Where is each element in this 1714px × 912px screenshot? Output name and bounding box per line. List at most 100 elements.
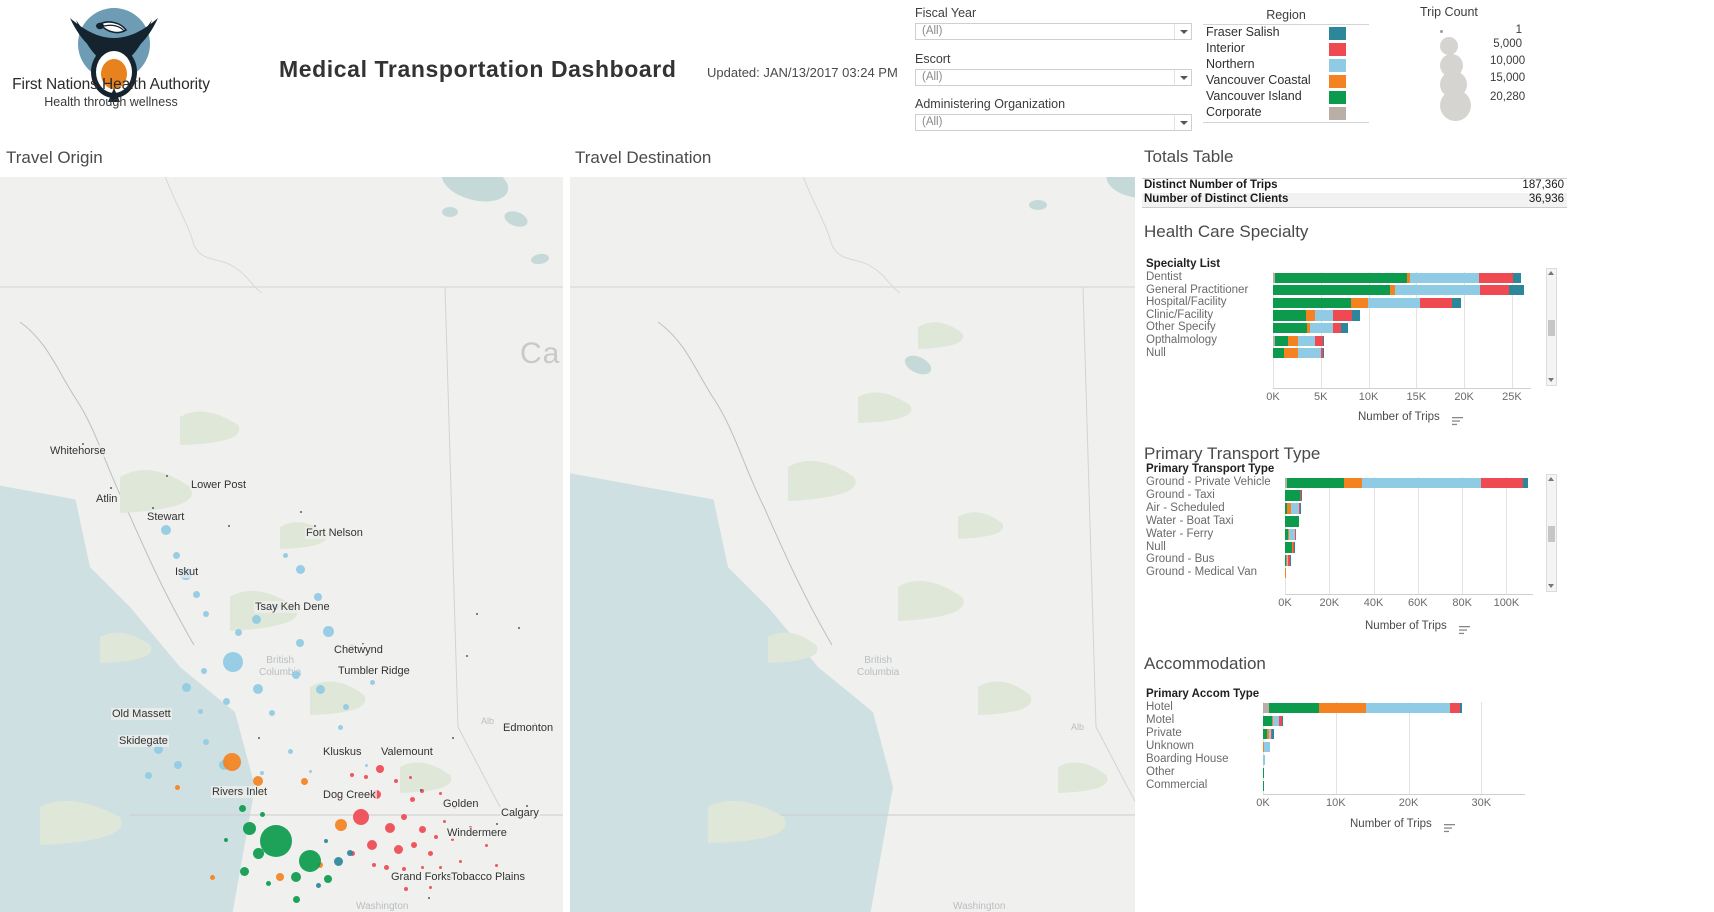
bar-segment-vancouver-coastal[interactable] [1319, 702, 1367, 714]
bar-segment-interior[interactable] [1450, 702, 1461, 714]
map-bubble[interactable] [161, 525, 171, 535]
map-bubble[interactable] [442, 819, 446, 823]
map-bubble[interactable] [347, 850, 353, 856]
bar-segment-vancouver-island[interactable] [1268, 702, 1320, 714]
bar-segment-vancouver-island[interactable] [1273, 285, 1390, 296]
administering-organization-select[interactable]: (All) [915, 114, 1192, 131]
map-bubble[interactable] [315, 882, 321, 888]
map-bubble[interactable] [427, 850, 433, 856]
map-bubble[interactable] [223, 652, 243, 672]
map-bubble[interactable] [253, 684, 263, 694]
bar-segment-northern[interactable] [1297, 335, 1315, 346]
chart-category-label[interactable]: Water - Ferry [1146, 528, 1213, 540]
chart-bar[interactable] [1285, 516, 1300, 527]
table-row[interactable]: Number of Distinct Clients 36,936 [1142, 193, 1567, 207]
bar-segment-fraser-salish[interactable] [1509, 285, 1524, 296]
chart-bar[interactable] [1263, 741, 1270, 753]
bar-segment-interior[interactable] [1420, 297, 1452, 309]
bar-segment-fraser-salish[interactable] [1323, 348, 1324, 359]
chart-category-label[interactable]: Commercial [1146, 779, 1207, 791]
chart-category-label[interactable]: Ground - Medical Van [1146, 566, 1257, 578]
map-bubble[interactable] [335, 819, 347, 831]
chart-bar[interactable] [1263, 728, 1274, 740]
travel-origin-map[interactable]: Ca British Columbia Washington Alb Whitehors… [0, 177, 563, 912]
map-bubble[interactable] [353, 809, 369, 825]
chart-category-label[interactable]: Other Specify [1146, 321, 1216, 333]
map-bubble[interactable] [314, 593, 322, 601]
chevron-down-icon[interactable] [1174, 24, 1191, 39]
chart-bar[interactable] [1263, 754, 1265, 766]
chart-category-label[interactable]: Dentist [1146, 271, 1182, 283]
bar-segment-vancouver-coastal[interactable] [1344, 477, 1362, 489]
scroll-thumb[interactable] [1548, 526, 1555, 542]
sort-icon[interactable] [1444, 820, 1455, 833]
chart-category-label[interactable]: Clinic/Facility [1146, 309, 1213, 321]
chart-category-label[interactable]: Water - Boat Taxi [1146, 515, 1234, 527]
map-bubble[interactable] [224, 838, 228, 842]
region-legend-item-vancouver-coastal[interactable]: Vancouver Coastal [1203, 73, 1369, 89]
map-bubble[interactable] [364, 763, 368, 767]
bar-segment-fraser-salish[interactable] [1523, 477, 1528, 489]
chart-bar[interactable] [1285, 490, 1302, 502]
map-bubble[interactable] [144, 771, 152, 779]
bar-segment-interior[interactable] [1333, 310, 1353, 321]
scroll-down-button[interactable] [1547, 376, 1556, 385]
escort-select[interactable]: (All) [915, 69, 1192, 86]
map-bubble[interactable] [343, 704, 349, 710]
bar-segment-vancouver-island[interactable] [1285, 516, 1300, 527]
bar-segment-vancouver-island[interactable] [1273, 310, 1307, 321]
chart-scrollbar[interactable] [1546, 474, 1557, 592]
map-bubble[interactable] [287, 748, 293, 754]
bar-segment-vancouver-island[interactable] [1285, 490, 1300, 502]
chart-category-label[interactable]: Opthalmology [1146, 334, 1217, 346]
bar-segment-northern[interactable] [1290, 503, 1300, 514]
bar-segment-vancouver-island[interactable] [1274, 335, 1288, 346]
map-bubble[interactable] [251, 614, 261, 624]
map-bubble[interactable] [269, 710, 275, 716]
map-bubble[interactable] [364, 775, 368, 779]
map-bubble[interactable] [401, 814, 407, 820]
chart-bar[interactable] [1273, 285, 1524, 296]
map-bubble[interactable] [458, 859, 462, 863]
map-bubble[interactable] [434, 835, 438, 839]
map-bubble[interactable] [438, 791, 442, 795]
chart-category-label[interactable]: Ground - Taxi [1146, 489, 1215, 501]
chart-bar[interactable] [1273, 272, 1522, 283]
map-bubble[interactable] [292, 671, 300, 679]
bar-segment-interior[interactable] [1479, 285, 1510, 296]
chart-category-label[interactable]: Motel [1146, 714, 1174, 726]
map-bubble[interactable] [238, 804, 246, 812]
map-bubble[interactable] [276, 873, 284, 881]
chart-bar[interactable] [1285, 503, 1301, 514]
map-bubble[interactable] [222, 697, 230, 705]
map-bubble[interactable] [253, 776, 263, 786]
map-bubble[interactable] [484, 843, 488, 847]
region-legend-item-fraser-salish[interactable]: Fraser Salish [1203, 25, 1369, 41]
map-bubble[interactable] [203, 739, 209, 745]
bar-segment-vancouver-island[interactable] [1273, 348, 1285, 359]
map-bubble[interactable] [404, 887, 408, 891]
map-bubble[interactable] [367, 840, 377, 850]
map-bubble[interactable] [322, 625, 334, 637]
map-bubble[interactable] [308, 769, 312, 773]
bar-segment-fraser-salish[interactable] [1323, 335, 1325, 346]
map-bubble[interactable] [296, 639, 304, 647]
map-bubble[interactable] [420, 865, 424, 869]
map-bubble[interactable] [418, 825, 426, 833]
bar-segment-vancouver-coastal[interactable] [1284, 348, 1298, 359]
map-bubble[interactable] [292, 895, 300, 903]
chart-bar[interactable] [1285, 542, 1295, 553]
map-bubble[interactable] [394, 779, 398, 783]
chart-category-label[interactable]: Private [1146, 727, 1182, 739]
chart-category-label[interactable]: Hospital/Facility [1146, 296, 1227, 308]
map-bubble[interactable] [350, 773, 354, 777]
chart-bar[interactable] [1285, 529, 1295, 540]
map-bubble[interactable] [300, 777, 308, 785]
bar-segment-vancouver-coastal[interactable] [1306, 310, 1316, 321]
bar-segment-northern[interactable] [1361, 477, 1482, 489]
chart-category-label[interactable]: Hotel [1146, 701, 1173, 713]
chart-bar[interactable] [1285, 477, 1528, 489]
bar-segment-vancouver-island[interactable] [1273, 297, 1352, 309]
bar-segment-vancouver-coastal[interactable] [1285, 567, 1286, 579]
map-bubble[interactable] [260, 771, 264, 775]
